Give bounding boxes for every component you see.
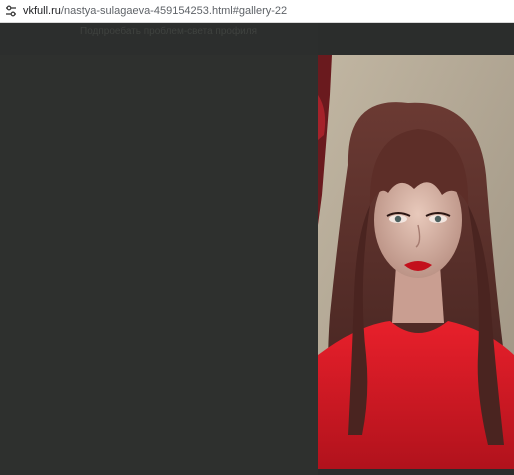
- tune-icon[interactable]: [2, 2, 20, 20]
- faded-profile-text: Подпроебать проблем-света профиля: [80, 26, 258, 37]
- overlay-left-area[interactable]: [0, 55, 318, 475]
- gallery-photo[interactable]: [318, 55, 514, 469]
- portrait-photo: [318, 55, 514, 469]
- overlay-bottom-strip: [318, 469, 514, 475]
- page-overlay: Подпроебать проблем-света профиля: [0, 23, 514, 475]
- url-text[interactable]: vkfull.ru/nastya-sulagaeva-459154253.htm…: [23, 5, 287, 17]
- overlay-top-strip: [318, 23, 514, 55]
- url-host: vkfull.ru: [23, 5, 61, 17]
- url-path: /nastya-sulagaeva-459154253.html#gallery…: [60, 5, 288, 17]
- address-bar[interactable]: vkfull.ru/nastya-sulagaeva-459154253.htm…: [0, 0, 514, 23]
